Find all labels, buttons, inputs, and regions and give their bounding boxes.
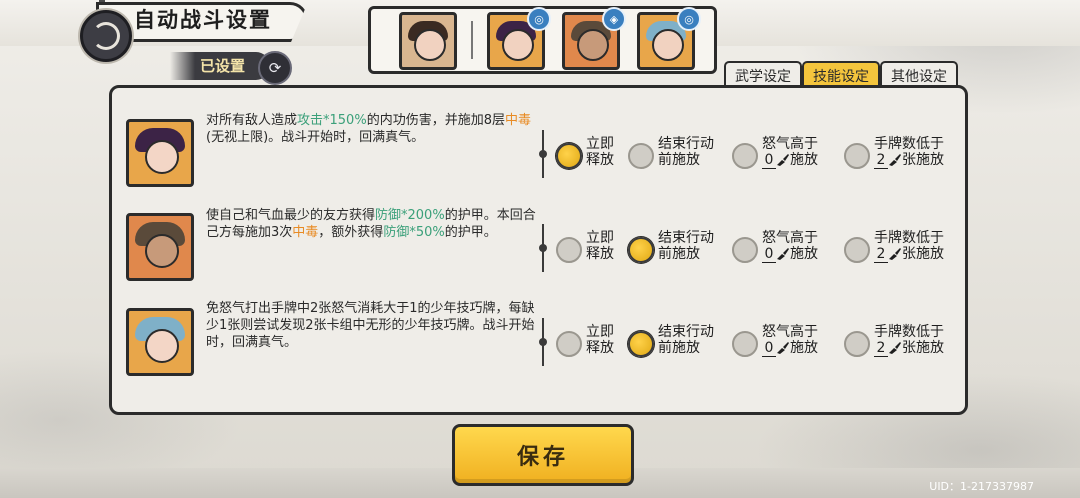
option-end-radio[interactable] [628,331,654,357]
option-rage-label: 怒气高于 0 施放 [762,324,818,357]
rage-value[interactable]: 0 [762,152,776,169]
back-icon [92,22,120,50]
option-hand-label: 手牌数低于 2 张施放 [874,230,944,263]
page-title: 自动战斗设置 [134,8,272,32]
uid-label: UID：1-217337987 [929,480,1034,493]
element-badge-icon: ◈ [602,7,626,31]
option-immediate-label: 立即 释放 [586,230,614,262]
option-rage-label: 怒气高于 0 施放 [762,136,818,169]
skill-avatar [126,308,194,376]
hand-value[interactable]: 2 [874,340,888,357]
skill-description: 免怒气打出手牌中2张怒气消耗大于1的少年技巧牌，每缺少1张则尝试发现2张卡组中无… [206,301,535,350]
option-immediate-label: 立即 释放 [586,136,614,168]
leader-portrait[interactable] [399,12,457,70]
brush-icon [777,154,789,166]
skill-row: 免怒气打出手牌中2张怒气消耗大于1的少年技巧牌，每缺少1张则尝试发现2张卡组中无… [112,294,965,390]
team-strip: ◎ ◈ ◎ [368,6,717,74]
option-hand-radio[interactable] [844,331,870,357]
brush-icon [777,342,789,354]
option-rage-label: 怒气高于 0 施放 [762,230,818,263]
option-rage-radio[interactable] [732,331,758,357]
rage-value[interactable]: 0 [762,340,776,357]
skill-settings-panel: 对所有敌人造成攻击*150%的内功伤害，并施加8层中毒(无视上限)。战斗开始时，… [109,85,968,415]
brush-icon [889,342,901,354]
refresh-icon[interactable]: ⟳ [258,51,292,85]
option-rage-radio[interactable] [732,143,758,169]
skill-avatar [126,119,194,187]
option-end-radio[interactable] [628,143,654,169]
save-button[interactable]: 保存 [452,424,634,486]
skill-avatar [126,213,194,281]
back-button[interactable] [80,10,132,62]
brush-icon [777,248,789,260]
option-hand-label: 手牌数低于 2 张施放 [874,136,944,169]
option-immediate-radio[interactable] [556,331,582,357]
tab-other[interactable]: 其他设定 [880,61,958,88]
skill-row: 对所有敌人造成攻击*150%的内功伤害，并施加8层中毒(无视上限)。战斗开始时，… [112,106,965,202]
status-label: 已设置 [200,57,246,75]
skill-row: 使自己和气血最少的友方获得防御*200%的护甲。本回合己方每施加3次中毒，额外获… [112,200,965,296]
option-immediate-radio[interactable] [556,237,582,263]
element-badge-icon: ◎ [527,7,551,31]
row-divider [539,224,547,272]
option-immediate-label: 立即 释放 [586,324,614,356]
option-immediate-radio[interactable] [556,143,582,169]
team-divider [471,21,473,59]
option-end-label: 结束行动 前施放 [658,230,714,262]
tab-skill[interactable]: 技能设定 [802,61,880,88]
option-hand-label: 手牌数低于 2 张施放 [874,324,944,357]
rage-value[interactable]: 0 [762,246,776,263]
element-badge-icon: ◎ [677,7,701,31]
option-end-label: 结束行动 前施放 [658,324,714,356]
brush-icon [889,154,901,166]
hand-value[interactable]: 2 [874,152,888,169]
skill-description: 使自己和气血最少的友方获得防御*200%的护甲。本回合己方每施加3次中毒，额外获… [206,208,536,240]
row-divider [539,318,547,366]
option-hand-radio[interactable] [844,237,870,263]
tab-martial[interactable]: 武学设定 [724,61,802,88]
option-rage-radio[interactable] [732,237,758,263]
brush-icon [889,248,901,260]
option-end-label: 结束行动 前施放 [658,136,714,168]
skill-description: 对所有敌人造成攻击*150%的内功伤害，并施加8层中毒(无视上限)。战斗开始时，… [206,113,531,145]
option-hand-radio[interactable] [844,143,870,169]
option-end-radio[interactable] [628,237,654,263]
hand-value[interactable]: 2 [874,246,888,263]
row-divider [539,130,547,178]
